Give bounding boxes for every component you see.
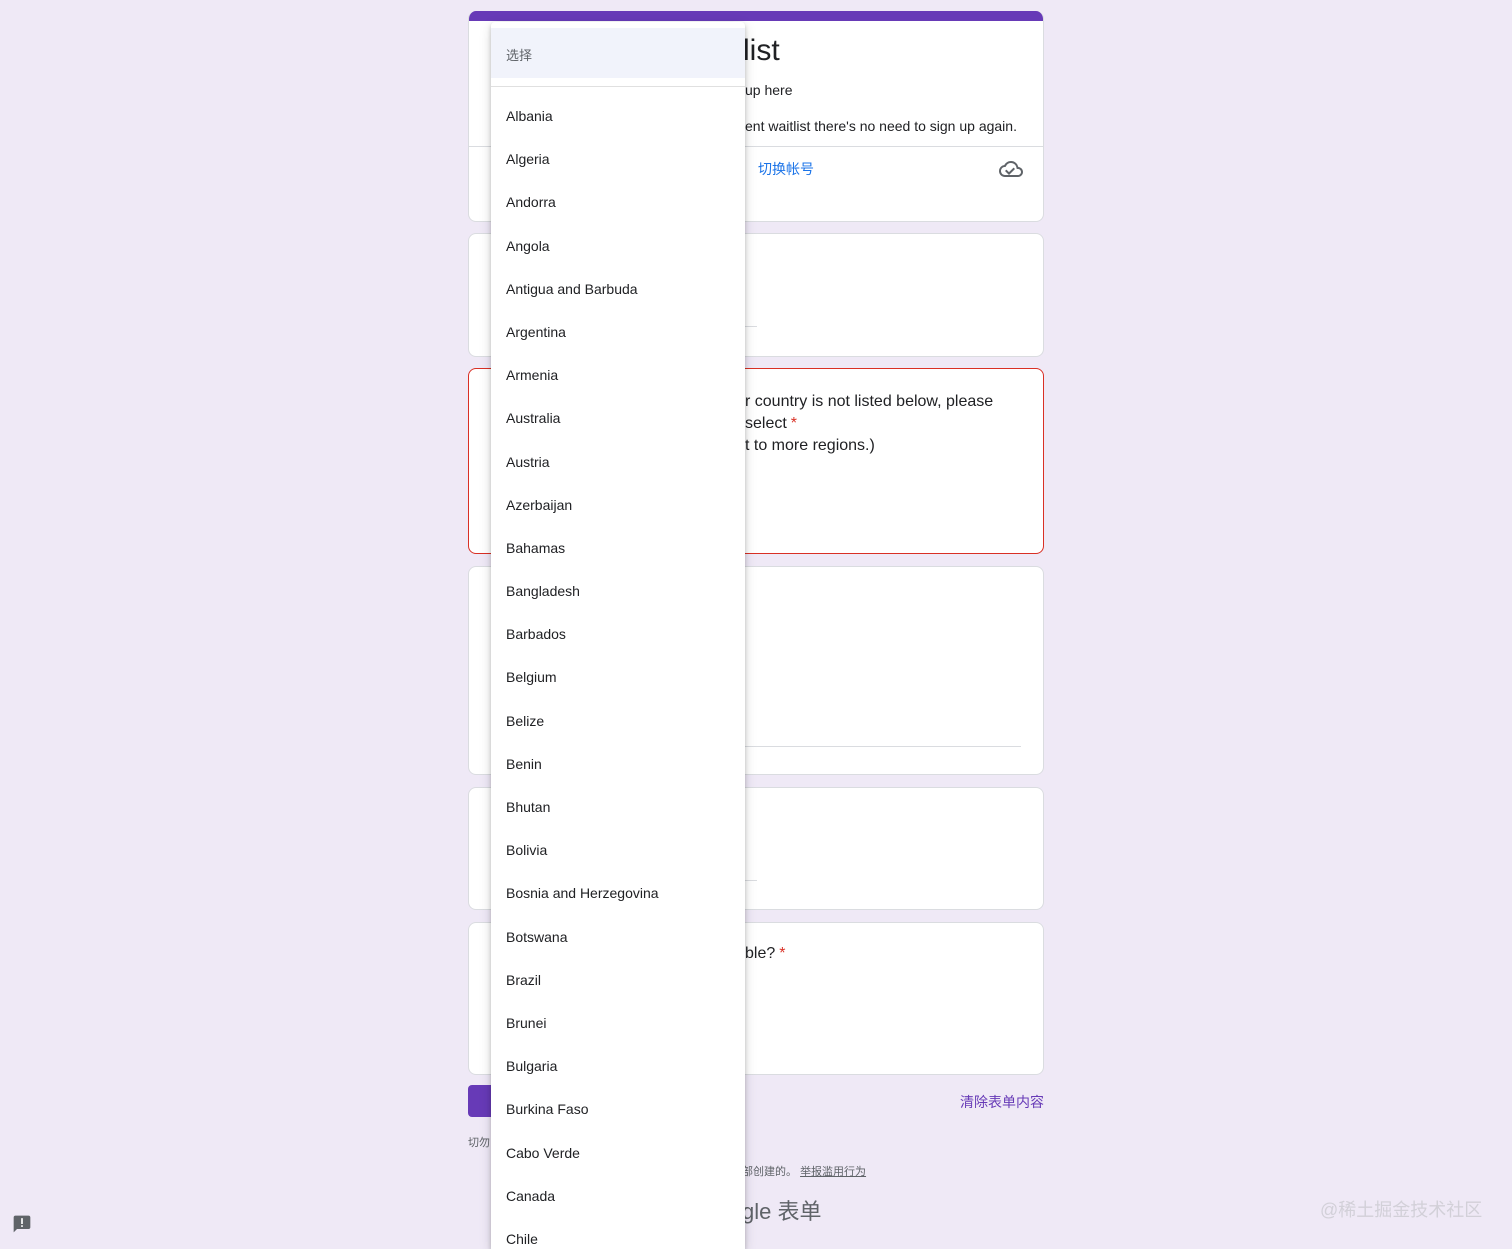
dropdown-option[interactable]: Bosnia and Herzegovina	[491, 872, 745, 915]
dropdown-option[interactable]: Cabo Verde	[491, 1132, 745, 1175]
dropdown-option[interactable]: Armenia	[491, 354, 745, 397]
created-text: 部创建的。	[742, 1166, 797, 1178]
watermark: @稀土掘金技术社区	[1320, 1200, 1483, 1220]
dropdown-option[interactable]: Andorra	[491, 181, 745, 224]
dropdown-option-placeholder[interactable]: 选择	[491, 28, 745, 78]
required-star: *	[779, 945, 786, 962]
question-title-text: ble?	[745, 945, 776, 962]
dropdown-option[interactable]: Australia	[491, 397, 745, 440]
dropdown-option[interactable]: Albania	[491, 95, 745, 138]
answer-underline	[745, 326, 757, 327]
dropdown-options-list: Albania Algeria Andorra Angola Antigua and B…	[491, 87, 745, 1249]
cloud-saved-icon	[999, 161, 1023, 177]
dropdown-option[interactable]: Botswana	[491, 916, 745, 959]
footer-created-text: 部创建的。 举报滥用行为	[742, 1163, 866, 1179]
form-description-line1: up here	[745, 82, 793, 98]
dropdown-option[interactable]: Chile	[491, 1218, 745, 1249]
dropdown-option[interactable]: Bhutan	[491, 786, 745, 829]
dropdown-option[interactable]: Belize	[491, 700, 745, 743]
dropdown-option[interactable]: Bangladesh	[491, 570, 745, 613]
never-submit-passwords-text: 切勿	[468, 1137, 490, 1149]
clear-form-button[interactable]: 清除表单内容	[960, 1092, 1044, 1112]
report-abuse-link[interactable]: 举报滥用行为	[800, 1166, 866, 1178]
dropdown-option[interactable]: Brazil	[491, 959, 745, 1002]
dropdown-option[interactable]: Belgium	[491, 656, 745, 699]
form-page: list up here ent waitlist there's no nee…	[0, 0, 1512, 1249]
dropdown-option[interactable]: Antigua and Barbuda	[491, 268, 745, 311]
dropdown-option[interactable]: Canada	[491, 1175, 745, 1218]
dropdown-option[interactable]: Barbados	[491, 613, 745, 656]
dropdown-option[interactable]: Benin	[491, 743, 745, 786]
question-title-line2: t to more regions.)	[745, 437, 875, 454]
question-title-6: ble? *	[745, 945, 785, 963]
dropdown-option[interactable]: Azerbaijan	[491, 484, 745, 527]
question-title-country: r country is not listed below, please se…	[745, 391, 1043, 457]
brand-bar	[469, 11, 1043, 21]
dropdown-option[interactable]: Bahamas	[491, 527, 745, 570]
dropdown-option[interactable]: Bolivia	[491, 829, 745, 872]
switch-account-link[interactable]: 切换帐号	[758, 159, 814, 179]
form-description-line2: ent waitlist there's no need to sign up …	[745, 118, 1017, 134]
google-forms-logo[interactable]: gle 表单	[742, 1194, 821, 1226]
required-star: *	[790, 415, 798, 432]
form-title: list	[743, 34, 780, 67]
answer-underline	[745, 880, 757, 881]
country-dropdown-menu[interactable]: 选择 Albania Algeria Andorra Angola Antigua an…	[491, 22, 745, 1249]
dropdown-option[interactable]: Brunei	[491, 1002, 745, 1045]
question-title-line1: r country is not listed below, please se…	[745, 393, 994, 432]
dropdown-option[interactable]: Argentina	[491, 311, 745, 354]
dropdown-option[interactable]: Austria	[491, 441, 745, 484]
dropdown-option[interactable]: Burkina Faso	[491, 1088, 745, 1131]
feedback-icon[interactable]	[12, 1214, 32, 1234]
dropdown-option[interactable]: Algeria	[491, 138, 745, 181]
dropdown-option[interactable]: Angola	[491, 225, 745, 268]
answer-underline	[745, 746, 1021, 747]
dropdown-option[interactable]: Bulgaria	[491, 1045, 745, 1088]
